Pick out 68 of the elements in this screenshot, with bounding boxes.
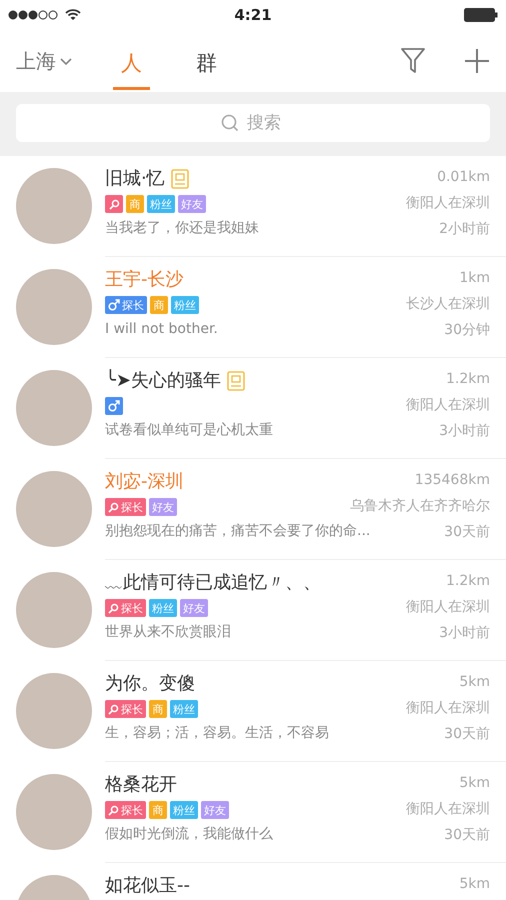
status-message: 当我老了，你还是我姐妹 [105, 219, 259, 238]
hometown-label: 衡阳人在深圳 [406, 699, 490, 717]
chevron-down-icon [59, 56, 73, 66]
distance-label: 0.01km [437, 168, 490, 186]
status-message: 试卷看似单纯可是心机太重 [105, 421, 273, 440]
time-label: 3小时前 [439, 422, 490, 440]
fans-badge: 粉丝 [170, 700, 198, 718]
time-label: 30天前 [444, 725, 490, 743]
status-message: 假如时光倒流，我能做什么 [105, 825, 273, 844]
search-icon [221, 114, 239, 132]
user-name: ╰➤失心的骚年 [105, 370, 221, 392]
distance-label: 5km [459, 673, 490, 691]
shop-badge: 商 [126, 195, 144, 213]
explorer-badge [105, 195, 123, 213]
battery-icon [464, 8, 498, 22]
male-badge [105, 397, 123, 415]
distance-label: 1.2km [446, 370, 490, 388]
signal-icon [8, 10, 60, 20]
status-time: 4:21 [233, 6, 273, 24]
user-name: 为你。变傻 [105, 673, 195, 695]
city-selector[interactable]: 上海 [16, 48, 73, 74]
user-name: ﹏此情可待已成追忆〃、、 [105, 572, 321, 594]
shop-badge: 商 [149, 801, 167, 819]
wifi-icon [65, 9, 81, 21]
shop-badge: 商 [150, 296, 168, 314]
distance-label: 5km [459, 774, 490, 792]
hometown-label: 乌鲁木齐人在齐齐哈尔 [350, 497, 490, 515]
user-name: 旧城·忆 [105, 168, 165, 190]
user-name: 刘宓-深圳 [105, 471, 184, 493]
hometown-label: 衡阳人在深圳 [406, 194, 490, 212]
filter-icon[interactable] [400, 47, 426, 75]
explorer-badge: 探长 [105, 700, 146, 718]
friend-badge: 好友 [180, 599, 208, 617]
shop-badge: 商 [149, 700, 167, 718]
distance-label: 1.2km [446, 572, 490, 590]
add-icon[interactable] [464, 48, 490, 74]
status-message: 别抱怨现在的痛苦，痛苦不会要了你的命... [105, 522, 370, 541]
hometown-label: 长沙人在深圳 [406, 295, 490, 313]
fans-badge: 粉丝 [171, 296, 199, 314]
user-name: 王宇-长沙 [105, 269, 184, 291]
hometown-label: 衡阳人在深圳 [406, 598, 490, 616]
status-message: 世界从来不欣赏眼泪 [105, 623, 231, 642]
distance-label: 1km [459, 269, 490, 287]
search-field[interactable]: 搜索 [16, 104, 490, 142]
explorer-badge: 探长 [105, 498, 146, 516]
time-label: 30分钟 [444, 321, 490, 339]
user-name: 格桑花开 [105, 774, 177, 796]
friend-badge: 好友 [149, 498, 177, 516]
status-message: 生，容易；活，容易。生活，不容易 [105, 724, 329, 743]
hometown-label: 衡阳人在深圳 [406, 396, 490, 414]
friend-badge: 好友 [201, 801, 229, 819]
user-name: 如花似玉-- [105, 875, 190, 897]
friend-badge: 好友 [178, 195, 206, 213]
explorer-badge: 探长 [105, 801, 146, 819]
fans-badge: 粉丝 [170, 801, 198, 819]
time-label: 30天前 [444, 826, 490, 844]
fans-badge: 粉丝 [149, 599, 177, 617]
time-label: 3小时前 [439, 624, 490, 642]
time-label: 2小时前 [439, 220, 490, 238]
status-message: I will not bother. [105, 320, 218, 339]
distance-label: 135468km [414, 471, 490, 489]
nav-tab[interactable]: 群 [188, 42, 225, 90]
male-badge: 探长 [105, 296, 147, 314]
time-label: 30天前 [444, 523, 490, 541]
hometown-label: 衡阳人在深圳 [406, 800, 490, 818]
explorer-badge: 探长 [105, 599, 146, 617]
distance-label: 5km [459, 875, 490, 893]
fans-badge: 粉丝 [147, 195, 175, 213]
